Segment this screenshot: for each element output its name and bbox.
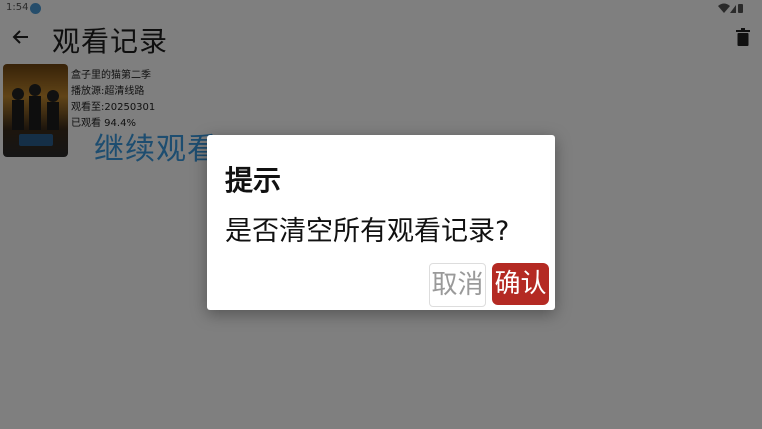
confirm-button[interactable]: 确认 — [492, 263, 549, 305]
confirm-dialog: 提示 是否清空所有观看记录? 取消 确认 — [207, 135, 555, 310]
cancel-button[interactable]: 取消 — [429, 263, 486, 307]
dialog-message: 是否清空所有观看记录? — [225, 216, 510, 247]
dialog-title: 提示 — [225, 164, 282, 197]
